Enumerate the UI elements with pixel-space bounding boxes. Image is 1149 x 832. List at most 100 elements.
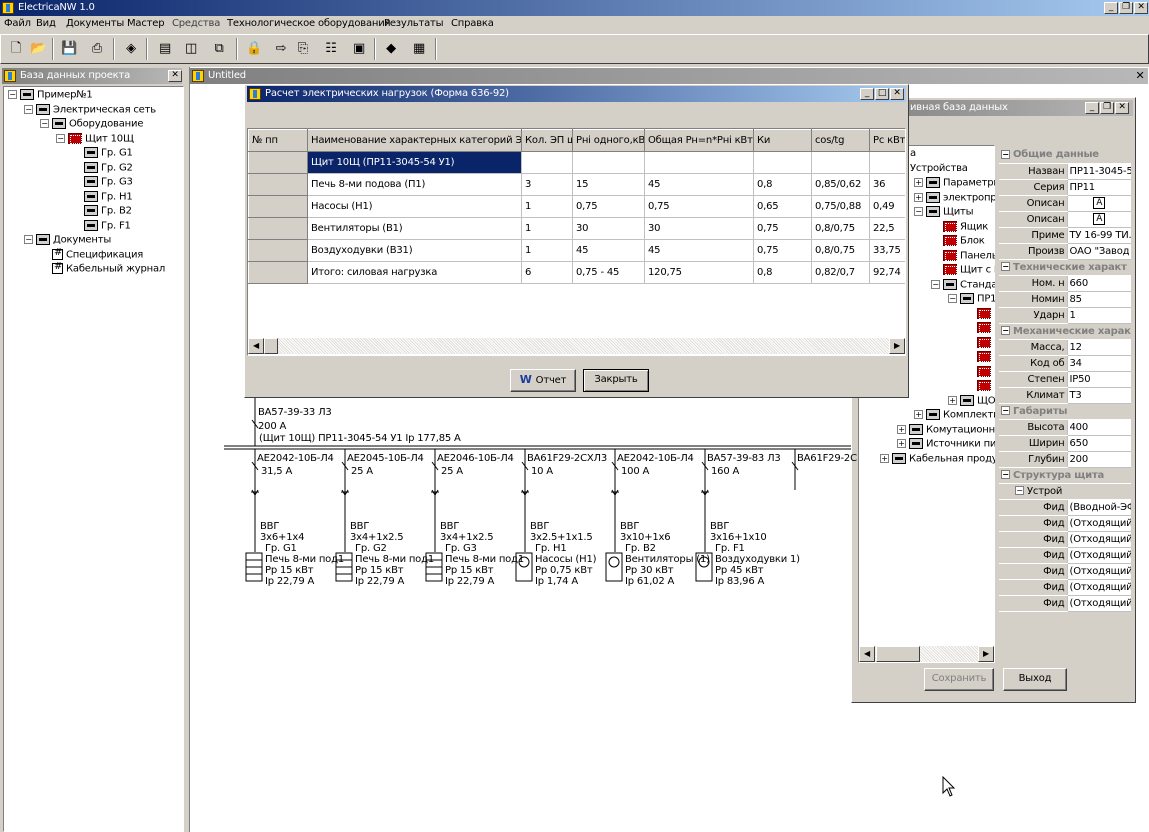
inspector-row[interactable]: − Механические харак bbox=[999, 323, 1132, 340]
db-tree-node[interactable]: Устройства bbox=[910, 163, 968, 177]
property-value[interactable]: (Вводной-ЭФ bbox=[1066, 499, 1132, 516]
close-button[interactable]: Закрыть bbox=[583, 369, 649, 392]
inspector-row[interactable]: Фид (Отходящий: bbox=[999, 595, 1132, 612]
db-minimize-icon[interactable]: _ bbox=[1085, 102, 1099, 114]
table-cell[interactable]: Воздуходувки (В31) bbox=[307, 239, 522, 262]
table-cell[interactable]: Насосы (Н1) bbox=[307, 195, 522, 218]
tree-node[interactable]: Гр. G2 bbox=[84, 161, 133, 176]
table-cell[interactable]: 0,75 - 45 bbox=[572, 261, 645, 284]
collapse-icon[interactable]: − bbox=[931, 279, 940, 289]
property-value[interactable]: (Отходящий: bbox=[1066, 547, 1132, 564]
inspector-row[interactable]: Ном. н 660 bbox=[999, 275, 1132, 292]
property-value[interactable]: ПР11-3045-5 bbox=[1066, 163, 1132, 180]
property-value[interactable]: ТУ 16-99 ТИ. bbox=[1066, 227, 1132, 244]
properties-icon[interactable]: ☷ bbox=[320, 38, 342, 60]
property-value[interactable]: 12 bbox=[1066, 339, 1132, 356]
inspector-row[interactable]: Степен IP50 bbox=[999, 371, 1132, 388]
inspector-row[interactable]: Ударн 1 bbox=[999, 307, 1132, 324]
property-value[interactable]: (Отходящий: bbox=[1066, 515, 1132, 532]
table-row[interactable]: Насосы (Н1) 1 0,75 0,75 0,65 0,75/0,88 0,49 bbox=[248, 195, 905, 218]
table-cell[interactable]: 0,65 bbox=[753, 195, 812, 218]
tree-node[interactable]: Гр. H1 bbox=[84, 190, 133, 205]
inspector-row[interactable]: − Общие данные bbox=[999, 147, 1132, 164]
table-cell[interactable]: Итого: силовая нагрузка bbox=[307, 261, 522, 284]
collapse-icon[interactable]: − bbox=[1001, 326, 1010, 335]
db-tree-node[interactable]: ПР bbox=[977, 322, 995, 336]
column-header[interactable]: № пп bbox=[248, 129, 308, 152]
table-cell[interactable] bbox=[521, 151, 573, 174]
expand-icon[interactable]: + bbox=[914, 192, 923, 202]
table-cell[interactable]: 0,75 bbox=[753, 239, 812, 262]
inspector-row[interactable]: Глубин 200 bbox=[999, 451, 1132, 468]
inspector-category[interactable]: − Общие данные bbox=[999, 147, 1132, 164]
table-cell[interactable]: 45 bbox=[644, 239, 754, 262]
table-cell[interactable]: 0,8/0,75 bbox=[811, 217, 870, 240]
menu-item[interactable]: Средства bbox=[172, 17, 220, 31]
db-restore-icon[interactable]: ❐ bbox=[1100, 102, 1114, 114]
device-icon[interactable]: ▣ bbox=[348, 38, 370, 60]
table-cell[interactable] bbox=[248, 173, 308, 196]
save-icon[interactable]: 💾 bbox=[58, 38, 80, 60]
table-cell[interactable]: Щит 10Щ (ПР11-3045-54 У1) bbox=[307, 151, 522, 174]
inspector-row[interactable]: Номин 85 bbox=[999, 291, 1132, 308]
table-cell[interactable]: 0,8 bbox=[753, 261, 812, 284]
table-cell[interactable]: Вентиляторы (В1) bbox=[307, 217, 522, 240]
table-cell[interactable]: 0,75 bbox=[644, 195, 754, 218]
tree-node[interactable]: − Пример№1 bbox=[8, 89, 93, 103]
column-header[interactable]: Кол. ЭП шт bbox=[521, 129, 573, 152]
inspector-row[interactable]: Описан A bbox=[999, 195, 1132, 212]
inspector-category[interactable]: − Механические харак bbox=[999, 323, 1132, 340]
table-row[interactable]: Печь 8-ми подова (П1) 3 15 45 0,8 0,85/0,62 36 bbox=[248, 173, 905, 196]
table-cell[interactable]: 30 bbox=[572, 217, 645, 240]
expand-icon[interactable]: + bbox=[880, 453, 889, 463]
print-icon[interactable]: ⎙ bbox=[86, 38, 108, 60]
collapse-icon[interactable]: − bbox=[8, 90, 17, 99]
db-tree-node[interactable]: + Параметры bbox=[914, 177, 995, 191]
property-value[interactable]: 1 bbox=[1066, 307, 1132, 324]
load-calc-table[interactable]: № пп Наименование характерных категорий Э… bbox=[248, 129, 905, 284]
edit-text-icon[interactable]: A bbox=[1093, 213, 1106, 225]
collapse-icon[interactable]: − bbox=[1015, 486, 1024, 495]
edit-text-icon[interactable]: A bbox=[1093, 197, 1106, 209]
db-tree-node[interactable]: ПР bbox=[977, 380, 995, 394]
tree-node[interactable]: Гр. F1 bbox=[84, 219, 131, 234]
table-cell[interactable]: 0,75/0,88 bbox=[811, 195, 870, 218]
tree-node[interactable]: − Документы bbox=[24, 234, 111, 248]
inspector-row[interactable]: Масса, 12 bbox=[999, 339, 1132, 356]
table-row[interactable]: Вентиляторы (В1) 1 30 30 0,75 0,8/0,75 22,5 bbox=[248, 217, 905, 240]
table-cell[interactable] bbox=[248, 239, 308, 262]
property-value[interactable]: 400 bbox=[1066, 419, 1132, 436]
table-row[interactable]: Итого: силовая нагрузка 6 0,75 - 45 120,75 0… bbox=[248, 261, 905, 284]
menu-item[interactable]: Результаты bbox=[384, 17, 444, 31]
tree-node[interactable]: Гр. G1 bbox=[84, 147, 133, 161]
inspector-row[interactable]: Климат Т3 bbox=[999, 387, 1132, 404]
inspector-row[interactable]: Фид (Отходящий: bbox=[999, 515, 1132, 532]
property-value[interactable]: IP50 bbox=[1066, 371, 1132, 388]
table-cell[interactable]: 92,74 bbox=[869, 261, 905, 284]
inspector-category[interactable]: − Технические характ bbox=[999, 259, 1132, 276]
inspector-row[interactable]: Серия ПР11 bbox=[999, 179, 1132, 196]
collapse-icon[interactable]: − bbox=[1001, 470, 1010, 479]
table-cell[interactable] bbox=[753, 151, 812, 174]
collapse-icon[interactable]: − bbox=[948, 294, 957, 303]
tree-node[interactable]: Кабельный журнал bbox=[52, 261, 165, 277]
inspector-category[interactable]: − Структура щита bbox=[999, 467, 1132, 484]
db-tree-node[interactable]: Щит с DIN bbox=[943, 264, 995, 278]
scroll-thumb[interactable] bbox=[876, 646, 920, 662]
column-header[interactable]: Рнi одного,кВт bbox=[572, 129, 645, 152]
save-button[interactable]: Сохранить bbox=[924, 668, 994, 691]
property-value[interactable]: 85 bbox=[1066, 291, 1132, 308]
tree-node[interactable]: Гр. B2 bbox=[84, 205, 132, 219]
table-cell[interactable] bbox=[248, 151, 308, 174]
menu-item[interactable]: Мастер bbox=[127, 17, 165, 31]
db-tree-node[interactable]: Ящик bbox=[943, 220, 988, 235]
table-cell[interactable]: 33,75 bbox=[869, 239, 905, 262]
table-cell[interactable] bbox=[811, 151, 870, 174]
expand-icon[interactable]: + bbox=[914, 410, 923, 419]
panel-v-icon[interactable]: ◫ bbox=[180, 38, 202, 60]
table-cell[interactable]: 22,5 bbox=[869, 217, 905, 240]
db-close-icon[interactable]: ✕ bbox=[1115, 102, 1129, 114]
inspector-row[interactable]: Фид (Отходящий: bbox=[999, 531, 1132, 548]
column-header[interactable]: cos/tg bbox=[811, 129, 870, 152]
property-value[interactable]: 200 bbox=[1066, 451, 1132, 468]
